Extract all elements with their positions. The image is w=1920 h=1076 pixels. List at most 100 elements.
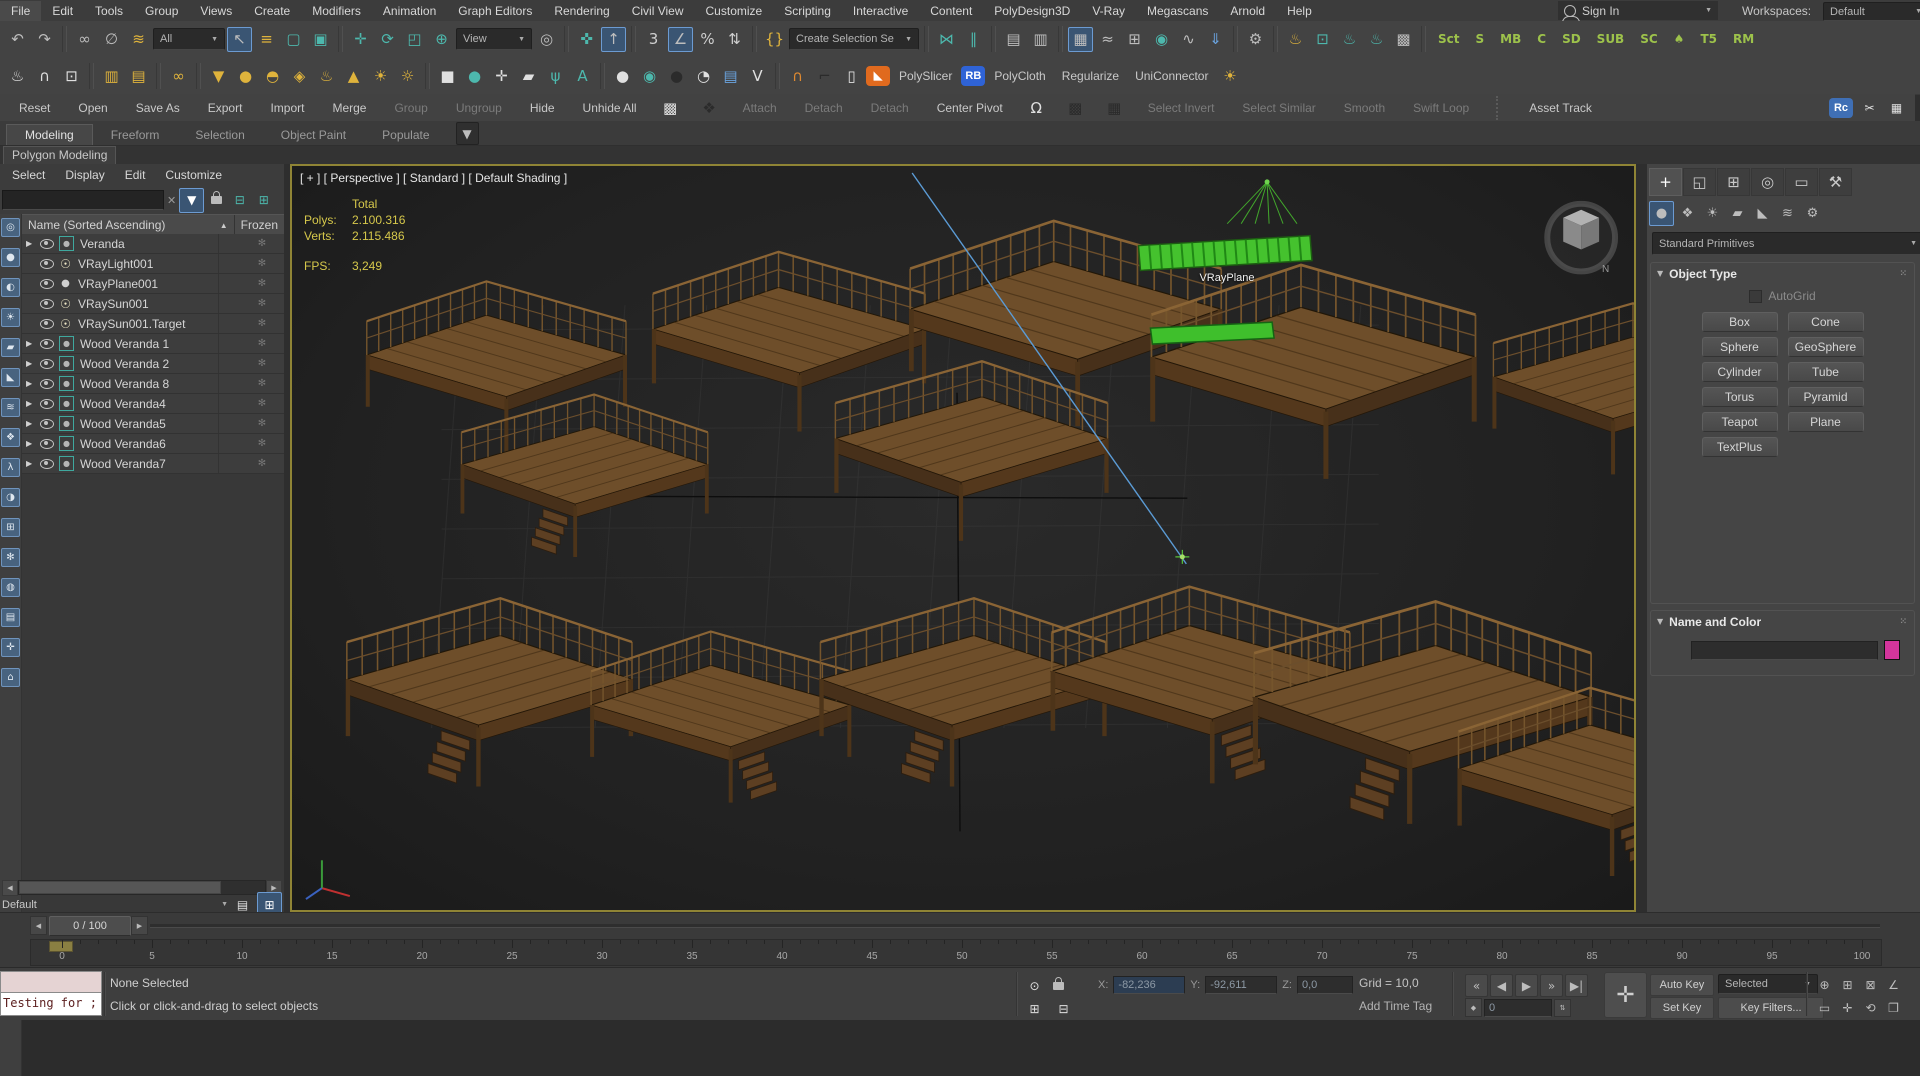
- frozen-toggle-icon[interactable]: ✻: [240, 438, 284, 449]
- object-name-field[interactable]: [1691, 640, 1878, 660]
- menu-civil-view[interactable]: Civil View: [621, 1, 695, 21]
- material-ball-dark-icon[interactable]: ●: [664, 63, 689, 88]
- visibility-eye-icon[interactable]: [40, 378, 54, 389]
- display-selection-icon[interactable]: ✛: [1, 638, 20, 657]
- arnold-icon[interactable]: ∩: [785, 63, 810, 88]
- explorer-menu-customize[interactable]: Customize: [155, 165, 232, 185]
- object-color-swatch[interactable]: [1884, 640, 1900, 660]
- tab-populate[interactable]: Populate: [364, 125, 447, 145]
- expand-icon[interactable]: ▶: [22, 399, 40, 408]
- autogrid-checkbox[interactable]: [1749, 289, 1763, 303]
- list-item[interactable]: ☉ VRaySun001 ✻: [22, 294, 284, 314]
- open-button[interactable]: Open: [71, 101, 114, 115]
- tab-selection[interactable]: Selection: [177, 125, 262, 145]
- current-frame-field[interactable]: 0: [1484, 998, 1552, 1017]
- bind-to-spacewarp-icon[interactable]: ≋: [126, 27, 151, 52]
- chevron-down-icon[interactable]: ▼: [217, 901, 228, 908]
- smooth-button[interactable]: Smooth: [1337, 101, 1392, 115]
- zoom-extents-icon[interactable]: ⊠: [1860, 974, 1881, 995]
- geosphere-button[interactable]: GeoSphere: [1787, 337, 1864, 357]
- cone-button[interactable]: Cone: [1787, 312, 1864, 332]
- pan-icon[interactable]: ✛: [1837, 997, 1858, 1018]
- angle-snap-icon[interactable]: ∠: [668, 26, 693, 52]
- render-grid-icon[interactable]: ▩: [1391, 27, 1416, 52]
- ribbon-minimize-icon[interactable]: ▼: [455, 122, 479, 145]
- display-frozen-icon[interactable]: ✻: [1, 548, 20, 567]
- layer-explorer-icon[interactable]: ▥: [1028, 27, 1053, 52]
- sun-light-icon[interactable]: ☀: [368, 63, 393, 88]
- create-shapes-icon[interactable]: ❖: [1676, 202, 1699, 225]
- menu-customize[interactable]: Customize: [695, 1, 774, 21]
- asset-track-button[interactable]: Asset Track: [1522, 101, 1599, 115]
- render-production-icon[interactable]: ♨: [1337, 27, 1362, 52]
- bulb-icon[interactable]: Ω: [1024, 95, 1049, 120]
- keyboard-shortcut-override-icon[interactable]: ↑: [601, 26, 626, 52]
- list-item[interactable]: ▶ ● Wood Veranda 1 ✻: [22, 334, 284, 354]
- create-cameras-icon[interactable]: ▰: [1726, 202, 1749, 225]
- column-name-header[interactable]: Name (Sorted Ascending): [28, 218, 165, 232]
- time-slider-track[interactable]: [150, 924, 1880, 928]
- sini-s-button[interactable]: S: [1469, 32, 1492, 46]
- tab-display[interactable]: ▭: [1785, 168, 1818, 196]
- expand-icon[interactable]: ▶: [22, 459, 40, 468]
- schematic-view-icon[interactable]: ⊞: [1122, 27, 1147, 52]
- frozen-toggle-icon[interactable]: ✻: [240, 258, 284, 269]
- expand-icon[interactable]: ▶: [22, 339, 40, 348]
- checker-dark-icon[interactable]: ❖: [697, 95, 722, 120]
- pyramid-button[interactable]: Pyramid: [1787, 387, 1864, 407]
- named-selection-dropdown[interactable]: Create Selection Se ▼: [789, 28, 919, 50]
- primitive-category-dropdown[interactable]: Standard Primitives ▼: [1652, 232, 1920, 255]
- object-type-header[interactable]: ▼ Object Type ⁙: [1651, 263, 1914, 284]
- sini-scatter-button[interactable]: Sct: [1431, 32, 1467, 46]
- scene-explorer-header[interactable]: Name (Sorted Ascending) ▲ Frozen: [0, 214, 284, 236]
- teapot-button[interactable]: Teapot: [1701, 412, 1778, 432]
- sini-sc-button[interactable]: SC: [1633, 32, 1664, 46]
- attach-button[interactable]: Attach: [736, 101, 784, 115]
- page-icon[interactable]: ▯: [839, 63, 864, 88]
- select-by-name-icon[interactable]: ≡: [254, 27, 279, 52]
- polycloth-icon[interactable]: RB: [961, 65, 986, 86]
- add-time-tag-button[interactable]: Add Time Tag: [1359, 999, 1432, 1013]
- cylinder-button[interactable]: Cylinder: [1701, 362, 1778, 382]
- material-ball-teal-icon[interactable]: ◉: [637, 63, 662, 88]
- undo-icon[interactable]: ↶: [5, 27, 30, 52]
- menu-group[interactable]: Group: [134, 1, 189, 21]
- display-xrefs-icon[interactable]: ⊞: [1, 518, 20, 537]
- percent-snap-icon[interactable]: %: [695, 27, 720, 52]
- visibility-eye-icon[interactable]: [40, 278, 54, 289]
- rendered-frame-icon[interactable]: ⊡: [1310, 27, 1335, 52]
- list-item[interactable]: ▶ ● Wood Veranda6 ✻: [22, 434, 284, 454]
- menu-megascans[interactable]: Megascans: [1136, 1, 1219, 21]
- tab-motion[interactable]: ◎: [1751, 168, 1784, 196]
- spotlight-icon[interactable]: ▲: [341, 63, 366, 88]
- display-helpers-icon[interactable]: ◣: [1, 368, 20, 387]
- plane-button[interactable]: Plane: [1787, 412, 1864, 432]
- explorer-menu-edit[interactable]: Edit: [115, 165, 156, 185]
- menu-graph-editors[interactable]: Graph Editors: [447, 1, 543, 21]
- checker3-icon[interactable]: ▩: [1063, 95, 1088, 120]
- polyslicer-button[interactable]: PolySlicer: [892, 69, 959, 83]
- menu-animation[interactable]: Animation: [372, 1, 447, 21]
- polyslicer-icon[interactable]: ◣: [866, 65, 890, 86]
- display-materials-icon[interactable]: ◑: [1, 488, 20, 507]
- use-pivot-center-icon[interactable]: ◎: [534, 27, 559, 52]
- select-and-manipulate-icon[interactable]: ✜: [574, 27, 599, 52]
- go-to-start-button[interactable]: «: [1465, 974, 1488, 997]
- clear-search-icon[interactable]: ✕: [167, 194, 176, 207]
- frozen-toggle-icon[interactable]: ✻: [240, 378, 284, 389]
- sun-rays-icon[interactable]: ☼: [395, 63, 420, 88]
- sini-mb-button[interactable]: MB: [1493, 32, 1528, 46]
- list-item[interactable]: ▶ ● Wood Veranda4 ✻: [22, 394, 284, 414]
- redo-icon[interactable]: ↷: [32, 27, 57, 52]
- ungroup-button[interactable]: Ungroup: [449, 101, 509, 115]
- set-key-big-button[interactable]: ✛: [1604, 972, 1647, 1018]
- select-and-place-icon[interactable]: ⊕: [429, 27, 454, 52]
- explorer-menu-display[interactable]: Display: [55, 165, 114, 185]
- previous-frame-icon[interactable]: ◀: [30, 916, 47, 935]
- scrollbar-thumb[interactable]: [19, 881, 221, 894]
- create-geometry-icon[interactable]: ●: [1649, 200, 1674, 226]
- selection-filter-dropdown[interactable]: All ▼: [153, 28, 225, 50]
- expand-icon[interactable]: ▶: [22, 439, 40, 448]
- unhide-all-button[interactable]: Unhide All: [576, 101, 644, 115]
- frozen-toggle-icon[interactable]: ✻: [240, 278, 284, 289]
